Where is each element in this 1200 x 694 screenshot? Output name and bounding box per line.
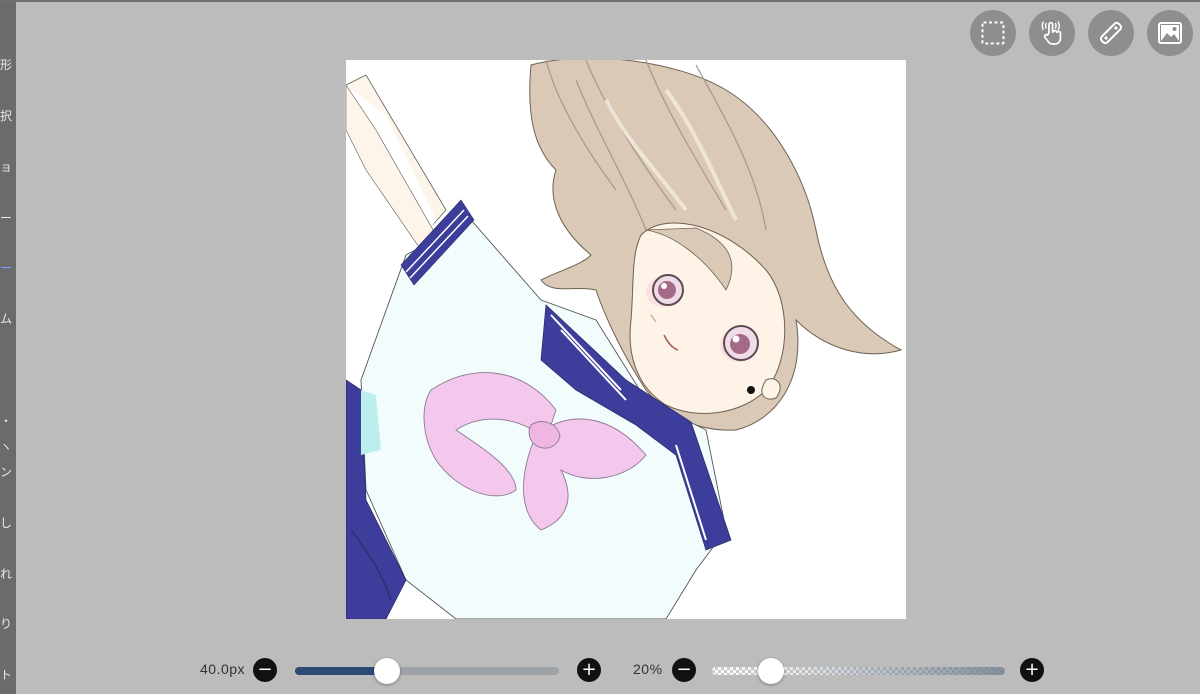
sidebar-item-8[interactable]: ヽ (0, 440, 12, 454)
opacity-increase-button[interactable]: + (1020, 658, 1044, 682)
sidebar-item-11[interactable]: れ (0, 567, 12, 581)
image-icon (1158, 22, 1182, 44)
minus-icon: − (257, 659, 273, 680)
brush-size-value: 40.0px (200, 661, 246, 677)
opacity-decrease-button[interactable]: − (672, 658, 696, 682)
sidebar-item-1[interactable]: 形 (0, 58, 12, 72)
minus-icon: − (676, 659, 692, 680)
selection-icon (981, 21, 1005, 45)
sidebar-item-10[interactable]: し (0, 516, 12, 530)
canvas-illustration (346, 60, 903, 619)
plus-icon: + (581, 659, 597, 680)
toolbar (960, 10, 1200, 58)
sidebar-item-12[interactable]: り (0, 617, 12, 631)
sidebar: 形 択 ョ ー ー ム ・ ヽ ン し れ り ト (0, 2, 16, 694)
opacity-value: 20% (633, 661, 663, 677)
sidebar-item-5[interactable]: ー (0, 261, 12, 275)
image-button[interactable] (1147, 10, 1193, 56)
brush-size-slider-thumb[interactable] (374, 658, 401, 684)
brush-size-increase-button[interactable]: + (577, 658, 601, 682)
opacity-slider-thumb[interactable] (757, 658, 784, 684)
sidebar-item-7[interactable]: ・ (0, 414, 12, 428)
touch-gesture-button[interactable] (1029, 10, 1075, 56)
plus-icon: + (1024, 659, 1040, 680)
sidebar-item-9[interactable]: ン (0, 465, 12, 479)
selection-button[interactable] (970, 10, 1016, 56)
touch-gesture-icon (1041, 21, 1062, 45)
ruler-button[interactable] (1088, 10, 1134, 56)
sidebar-item-3[interactable]: ョ (0, 160, 12, 174)
top-border (0, 0, 1200, 2)
sidebar-item-2[interactable]: 択 (0, 109, 12, 123)
drawing-canvas[interactable] (346, 60, 906, 619)
bottom-control-bar: 40.0px − + 20% − + (0, 648, 1200, 692)
brush-size-slider[interactable] (295, 667, 559, 675)
sidebar-item-6[interactable]: ム (0, 312, 12, 326)
brush-size-decrease-button[interactable]: − (253, 658, 277, 682)
opacity-slider[interactable] (712, 667, 1005, 675)
ruler-icon (1099, 21, 1123, 45)
sidebar-item-4[interactable]: ー (0, 211, 12, 225)
